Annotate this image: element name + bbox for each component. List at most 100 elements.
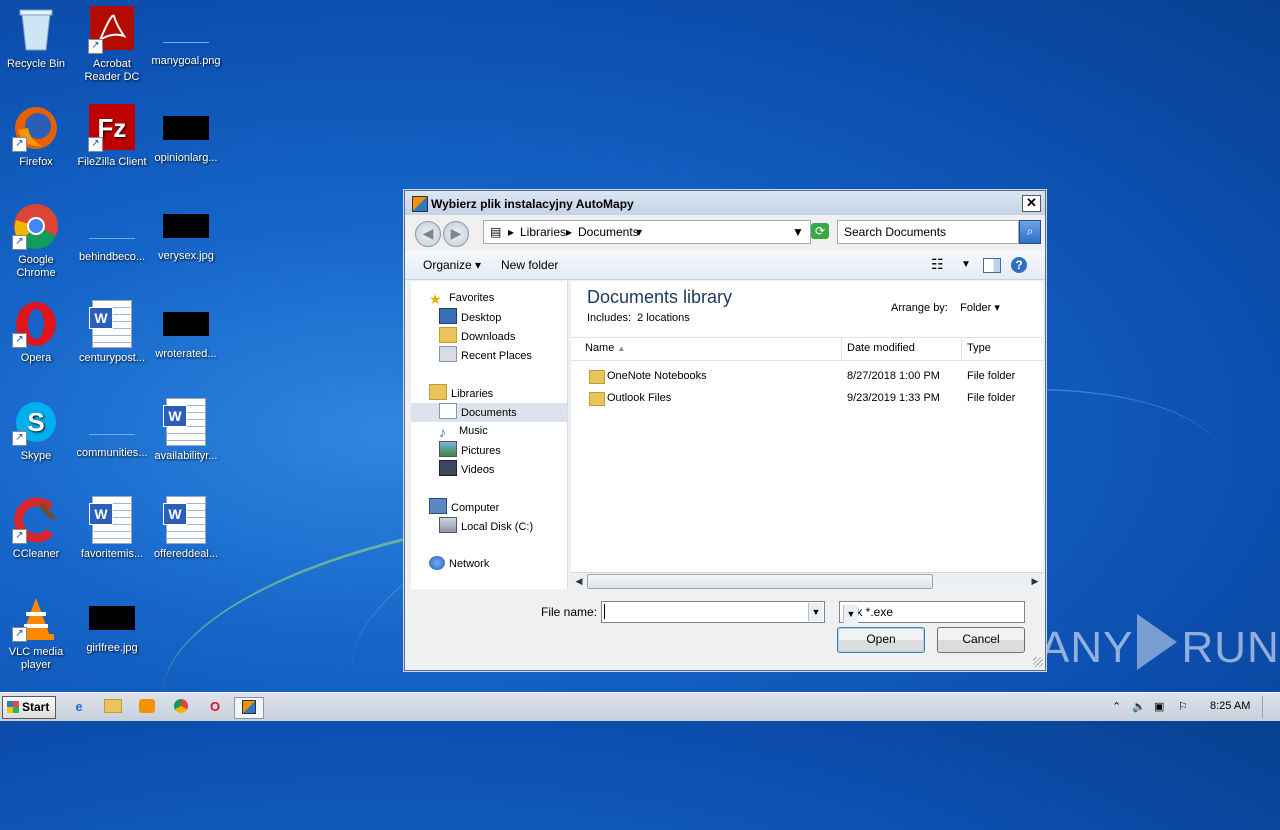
nav-videos[interactable]: Videos [439, 460, 494, 479]
desktop-icon-chrome[interactable]: ↗ Google Chrome [0, 202, 74, 280]
back-button[interactable]: ◀ [415, 221, 441, 247]
word-document-icon: W [163, 398, 206, 446]
chevron-down-icon[interactable]: ▼ [808, 603, 823, 621]
nav-computer[interactable]: Computer [429, 498, 499, 517]
image-thumbnail [163, 116, 209, 140]
shortcut-arrow-icon: ↗ [88, 137, 103, 152]
desktop-icon-communities[interactable]: communities... [74, 398, 150, 460]
action-center-flag-icon[interactable]: ⚐ [1178, 700, 1188, 713]
tray-expand-icon[interactable]: ⌃ [1112, 700, 1121, 713]
shortcut-arrow-icon: ↗ [12, 431, 27, 446]
scroll-left-icon[interactable]: ◀ [572, 574, 586, 588]
desktop-icon-acrobat[interactable]: ↗ Acrobat Reader DC [74, 6, 150, 84]
desktop-icon-ccleaner[interactable]: ↗ CCleaner [0, 496, 74, 561]
address-dropdown-icon[interactable]: ▼ [792, 225, 804, 239]
horizontal-scrollbar[interactable]: ◀ ▶ [571, 572, 1043, 589]
search-icon[interactable]: ⌕ [1019, 220, 1041, 244]
app-icon [412, 196, 428, 212]
breadcrumb-documents[interactable]: Documents [578, 225, 639, 239]
nav-pictures[interactable]: Pictures [439, 441, 501, 460]
dialog-titlebar[interactable]: Wybierz plik instalacyjny AutoMapy ✕ [405, 191, 1045, 215]
nav-recent-places[interactable]: Recent Places [439, 346, 532, 365]
image-thumbnail [89, 214, 135, 239]
nav-favorites[interactable]: ★ Favorites [429, 289, 494, 308]
view-options-icon[interactable]: ☷ [931, 256, 944, 273]
volume-icon[interactable]: 🔈 [1132, 700, 1146, 713]
explorer-icon[interactable] [102, 697, 124, 717]
desktop-icon-filezilla[interactable]: Fz ↗ FileZilla Client [74, 104, 150, 169]
chevron-down-icon[interactable]: ▼ [843, 605, 858, 623]
music-icon: ♪ [439, 424, 446, 440]
column-name[interactable]: Name ▲ [585, 342, 625, 354]
arrange-by-dropdown[interactable]: Folder ▾ [960, 302, 1000, 314]
text-cursor [604, 604, 605, 619]
desktop-icon-recycle-bin[interactable]: Recycle Bin [0, 6, 74, 71]
close-button[interactable]: ✕ [1022, 195, 1041, 212]
file-name-input[interactable]: ▼ [601, 601, 825, 623]
desktop-icon-favoritemis[interactable]: W favoritemis... [74, 496, 150, 561]
file-list-pane: Documents library Includes: 2 locations … [571, 281, 1043, 589]
desktop-icon-behindbeco[interactable]: behindbeco... [74, 202, 150, 264]
desktop-icon-verysex[interactable]: verysex.jpg [148, 202, 224, 263]
command-toolbar: Organize ▾ New folder ☷ ▼ ? [405, 251, 1045, 280]
media-player-icon[interactable] [136, 697, 158, 717]
nav-downloads[interactable]: Downloads [439, 327, 515, 346]
scroll-thumb[interactable] [587, 574, 933, 589]
preview-pane-icon[interactable] [983, 258, 1001, 273]
nav-libraries[interactable]: Libraries [429, 384, 493, 403]
scroll-right-icon[interactable]: ▶ [1028, 574, 1042, 588]
desktop-icon-opinionlarg[interactable]: opinionlarg... [148, 104, 224, 165]
desktop-icon-firefox[interactable]: ↗ Firefox [0, 104, 74, 169]
address-bar[interactable]: ▤ ▸ Libraries ▸ Documents ▾ ▼ [483, 220, 811, 244]
locations-link[interactable]: 2 locations [637, 312, 690, 324]
nav-network[interactable]: Network [429, 555, 489, 574]
cancel-button[interactable]: Cancel [937, 627, 1025, 653]
breadcrumb-chevron-icon[interactable]: ▸ [508, 225, 514, 239]
word-document-icon: W [89, 496, 132, 544]
start-button[interactable]: Start [2, 696, 56, 719]
arrange-by: Arrange by: Folder ▾ [891, 302, 1000, 314]
refresh-button[interactable]: ⟳ [811, 223, 829, 239]
desktop-icon-availabilityr[interactable]: W availabilityr... [148, 398, 224, 463]
file-row[interactable]: OneNote Notebooks 8/27/2018 1:00 PM File… [571, 367, 1043, 387]
desktop-icon-wroterated[interactable]: wroterated... [148, 300, 224, 361]
opera-taskbar-icon[interactable]: O [204, 697, 226, 717]
organize-button[interactable]: Organize ▾ [423, 258, 481, 272]
desktop-icon-vlc[interactable]: ↗ VLC media player [0, 594, 74, 672]
ie-icon[interactable]: e [68, 697, 90, 717]
desktop-icon-girlfree[interactable]: girlfree.jpg [74, 594, 150, 655]
search-input[interactable]: Search Documents [837, 220, 1019, 244]
desktop-icon-centurypost[interactable]: W centurypost... [74, 300, 150, 365]
desktop-icon-skype[interactable]: S ↗ Skype [0, 398, 74, 463]
open-button[interactable]: Open [837, 627, 925, 653]
network-tray-icon[interactable]: ▣ [1154, 700, 1164, 713]
nav-documents[interactable]: Documents [411, 403, 567, 422]
clock[interactable]: 8:25 AM [1210, 700, 1250, 712]
desktop-icon-offereddeal[interactable]: W offereddeal... [148, 496, 224, 561]
file-type-select[interactable]: Plik *.exe ▼ [839, 601, 1025, 623]
breadcrumb-chevron-icon[interactable]: ▾ [636, 225, 642, 239]
forward-button[interactable]: ▶ [443, 221, 469, 247]
new-folder-button[interactable]: New folder [501, 258, 558, 272]
nav-music[interactable]: ♪ Music [439, 422, 488, 441]
automapa-taskbar-button[interactable] [234, 697, 264, 719]
vlc-icon: ↗ [12, 594, 60, 642]
nav-desktop[interactable]: Desktop [439, 308, 501, 327]
view-dropdown-icon[interactable]: ▼ [961, 259, 971, 270]
breadcrumb-chevron-icon[interactable]: ▸ [566, 225, 572, 239]
skype-icon: S ↗ [12, 398, 60, 446]
show-desktop-button[interactable] [1262, 696, 1277, 718]
recent-places-icon [439, 346, 457, 362]
desktop-icon-manygoal[interactable]: manygoal.png [148, 6, 224, 68]
breadcrumb-libraries[interactable]: Libraries [520, 225, 566, 239]
nav-local-disk[interactable]: Local Disk (C:) [439, 517, 533, 536]
file-name-label: File name: [541, 605, 598, 619]
column-type[interactable]: Type [967, 342, 991, 354]
file-row[interactable]: Outlook Files 9/23/2019 1:33 PM File fol… [571, 389, 1043, 409]
help-icon[interactable]: ? [1011, 257, 1027, 273]
resize-grip[interactable] [1033, 657, 1043, 667]
desktop-icon-opera[interactable]: ↗ Opera [0, 300, 74, 365]
column-date-modified[interactable]: Date modified [847, 342, 915, 354]
chrome-taskbar-icon[interactable] [170, 697, 192, 717]
navigation-pane: ★ Favorites Desktop Downloads Recent Plac… [411, 281, 568, 589]
